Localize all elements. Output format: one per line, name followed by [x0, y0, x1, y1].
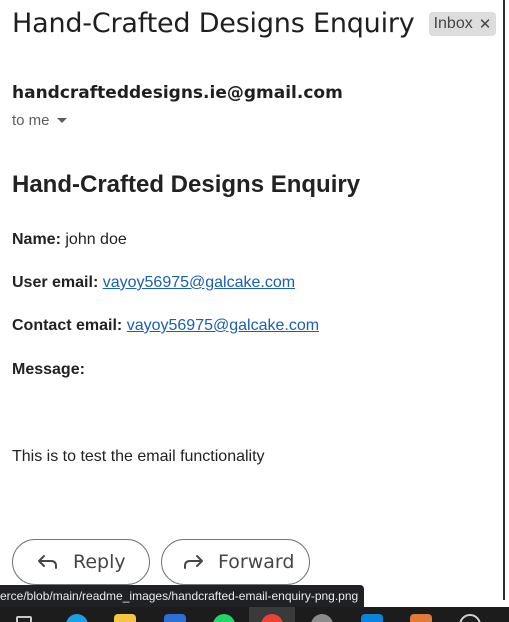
start-icon[interactable] [16, 616, 32, 622]
inbox-label-chip[interactable]: Inbox ✕ [428, 11, 497, 36]
misc-icon[interactable] [459, 614, 481, 622]
edge-icon[interactable] [66, 614, 88, 622]
reply-button[interactable]: Reply [12, 539, 150, 585]
message-text: This is to test the email functionality [12, 448, 265, 465]
forward-button[interactable]: Forward [161, 539, 310, 585]
email-view: Hand-Crafted Designs Enquiry Inbox ✕ han… [0, 0, 509, 622]
user-email-link[interactable]: vayoy56975@galcake.com [103, 274, 295, 291]
contact-email-field: Contact email: vayoy56975@galcake.com [12, 317, 319, 335]
whatsapp-icon[interactable] [213, 614, 235, 622]
forward-label: Forward [218, 551, 295, 573]
taskbar [0, 607, 509, 622]
label-chip-text: Inbox [433, 14, 473, 32]
name-field: Name: john doe [12, 231, 127, 249]
message-label: Message: [12, 361, 85, 378]
user-email-field: User email: vayoy56975@galcake.com [12, 274, 295, 292]
close-icon[interactable]: ✕ [479, 15, 492, 33]
settings-icon[interactable] [311, 614, 333, 622]
reply-label: Reply [73, 551, 126, 573]
pane-divider [503, 0, 505, 600]
message-heading: Hand-Crafted Designs Enquiry [12, 171, 361, 198]
contact-email-label: Contact email: [12, 317, 123, 334]
name-value: john doe [65, 231, 127, 248]
reply-icon [38, 555, 57, 569]
sender-address: handcrafteddesigns.ie@gmail.com [12, 83, 343, 103]
store-icon[interactable] [164, 614, 186, 622]
email-subject: Hand-Crafted Designs Enquiry [12, 8, 415, 39]
vscode-icon[interactable] [361, 614, 383, 622]
file-explorer-icon[interactable] [114, 614, 136, 622]
chevron-down-icon[interactable] [56, 118, 67, 123]
recipient-details-toggle[interactable]: to me [12, 112, 67, 129]
app-icon[interactable] [410, 614, 432, 622]
forward-icon [184, 555, 203, 569]
recipient-text: to me [12, 112, 50, 129]
message-field: Message: [12, 361, 85, 379]
link-status-bar: erce/blob/main/readme_images/handcrafted… [0, 585, 365, 607]
contact-email-link[interactable]: vayoy56975@galcake.com [127, 317, 319, 334]
name-label: Name: [12, 231, 61, 248]
subject-row: Hand-Crafted Designs Enquiry Inbox ✕ [12, 8, 497, 39]
user-email-label: User email: [12, 274, 99, 291]
